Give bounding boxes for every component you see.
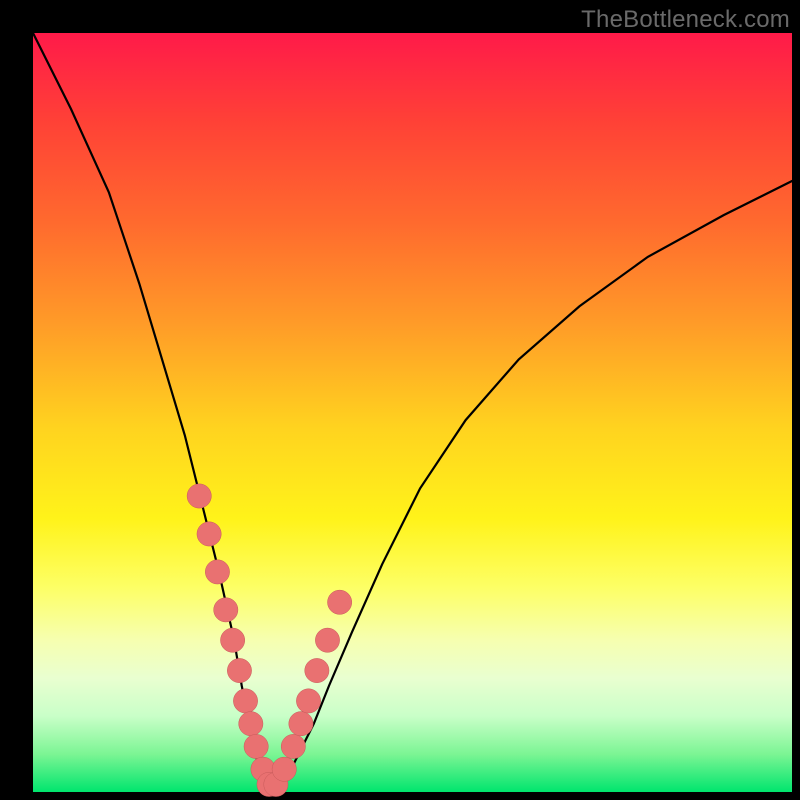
sample-dot [227,658,251,682]
sample-dot [296,689,320,713]
chart-overlay [33,33,792,792]
sample-dots-group [187,484,352,797]
sample-dot [187,484,211,508]
sample-dot [272,757,296,781]
sample-dot [197,522,221,546]
sample-dot [220,628,244,652]
sample-dot [214,598,238,622]
bottleneck-curve [33,33,792,788]
sample-dot [315,628,339,652]
sample-dot [281,734,305,758]
chart-frame: TheBottleneck.com [0,0,800,800]
watermark-text: TheBottleneck.com [581,6,790,34]
sample-dot [305,658,329,682]
sample-dot [244,734,268,758]
sample-dot [289,712,313,736]
sample-dot [233,689,257,713]
sample-dot [328,590,352,614]
sample-dot [239,712,263,736]
sample-dot [205,560,229,584]
